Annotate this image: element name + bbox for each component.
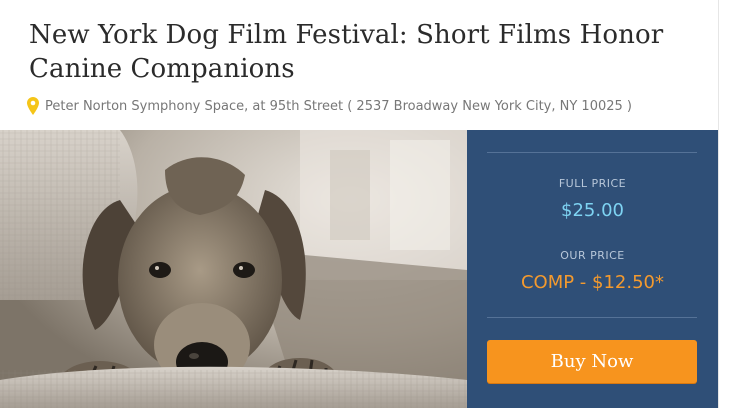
map-pin-icon bbox=[27, 97, 39, 115]
event-card: New York Dog Film Festival: Short Films … bbox=[0, 0, 718, 408]
divider-top bbox=[487, 152, 697, 153]
our-price-value: COMP - $12.50* bbox=[520, 272, 665, 293]
event-title: New York Dog Film Festival: Short Films … bbox=[29, 20, 664, 84]
dog-photo-illustration bbox=[0, 130, 467, 408]
event-address: Peter Norton Symphony Space, at 95th Str… bbox=[27, 96, 632, 116]
full-price-label: FULL PRICE bbox=[558, 177, 627, 190]
pricing-panel: FULL PRICE $25.00 OUR PRICE COMP - $12.5… bbox=[467, 130, 718, 408]
divider-bottom bbox=[487, 317, 697, 318]
event-photo bbox=[0, 130, 467, 408]
full-price-value: $25.00 bbox=[561, 200, 624, 221]
buy-now-button[interactable]: Buy Now bbox=[487, 340, 697, 383]
page-right-gutter bbox=[718, 0, 732, 408]
our-price-label: OUR PRICE bbox=[560, 249, 625, 262]
address-text: Peter Norton Symphony Space, at 95th Str… bbox=[45, 98, 632, 114]
